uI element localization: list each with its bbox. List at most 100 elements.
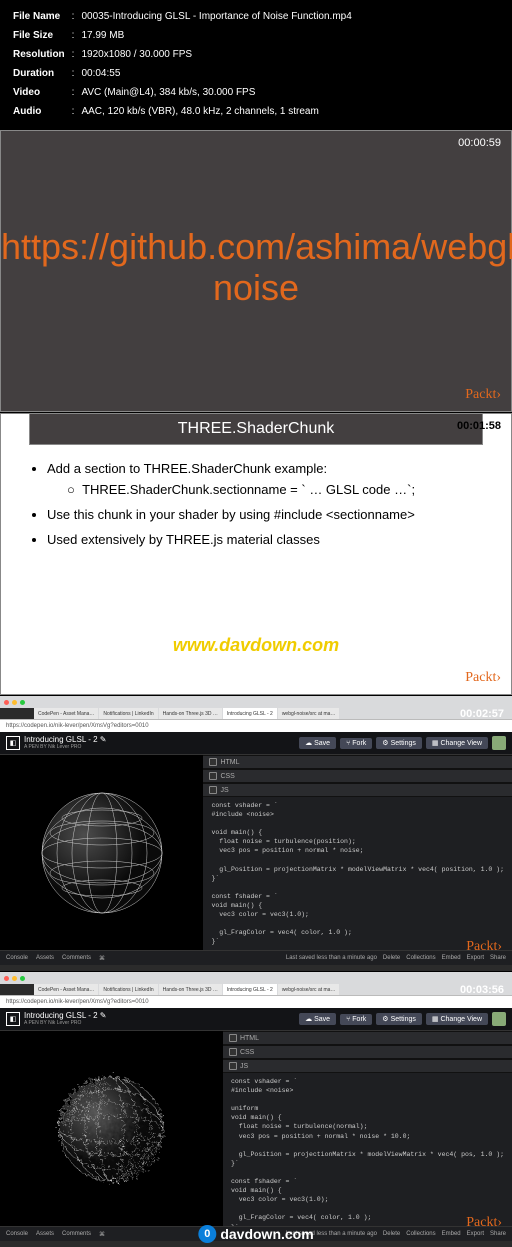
gear-icon: ⚙	[382, 1015, 388, 1023]
collections-button[interactable]: Collections	[406, 1231, 435, 1237]
url-bar[interactable]: https://codepen.io/nik-lever/pen/XmsVg?e…	[0, 719, 512, 732]
export-button[interactable]: Export	[467, 1231, 484, 1237]
gear-icon: ⚙	[382, 739, 388, 747]
comments-button[interactable]: Comments	[62, 1231, 91, 1237]
browser-tab[interactable]: webgl-noise/src at ma…	[278, 708, 340, 719]
assets-button[interactable]: Assets	[36, 1231, 54, 1237]
embed-button[interactable]: Embed	[442, 955, 461, 961]
watermark: www.davdown.com	[173, 635, 339, 656]
gear-icon	[229, 1034, 237, 1042]
value-duration: 00:04:55	[80, 65, 352, 82]
timestamp: 00:02:57	[460, 708, 504, 720]
fork-button[interactable]: ⑂Fork	[340, 738, 372, 749]
watermark: 0 davdown.com	[198, 1225, 313, 1243]
layout-icon: ▦	[432, 1015, 439, 1023]
user-avatar[interactable]	[492, 1012, 506, 1026]
js-section-header[interactable]: JS	[203, 783, 512, 797]
label-filename: File Name	[12, 8, 69, 25]
share-button[interactable]: Share	[490, 955, 506, 961]
url-bar[interactable]: https://codepen.io/nik-lever/pen/XmsVg?e…	[0, 995, 512, 1008]
pencil-icon[interactable]: ✎	[100, 1011, 107, 1020]
maximize-icon[interactable]	[20, 976, 25, 981]
browser-tab[interactable]: Hands-on Three.js 3D …	[159, 984, 222, 995]
codepen-footer: Console Assets Comments ⌘ Last saved les…	[0, 950, 512, 965]
label-filesize: File Size	[12, 27, 69, 44]
bullet-2: Use this chunk in your shader by using #…	[47, 507, 483, 522]
codepen-screenshot-1: 00:02:57 CodePen - Asset Mana… Notificat…	[0, 696, 512, 971]
maximize-icon[interactable]	[20, 700, 25, 705]
codepen-logo-icon[interactable]: ◧	[6, 1012, 20, 1026]
assets-button[interactable]: Assets	[36, 955, 54, 961]
layout-icon: ▦	[432, 739, 439, 747]
timestamp: 00:03:56	[460, 984, 504, 996]
browser-tab[interactable]: Hands-on Three.js 3D …	[159, 708, 222, 719]
gear-icon	[209, 758, 217, 766]
cloud-icon: ☁	[305, 1015, 312, 1023]
html-section-header[interactable]: HTML	[203, 755, 512, 769]
pen-author: A PEN BY Nik Lever PRO	[24, 1021, 295, 1027]
label-duration: Duration	[12, 65, 69, 82]
console-button[interactable]: Console	[6, 1231, 28, 1237]
label-resolution: Resolution	[12, 46, 69, 63]
delete-button[interactable]: Delete	[383, 955, 400, 961]
browser-tab[interactable]: CodePen - Asset Mana…	[34, 984, 98, 995]
html-section-header[interactable]: HTML	[223, 1031, 512, 1045]
pencil-icon[interactable]: ✎	[100, 735, 107, 744]
shortcuts-button[interactable]: ⌘	[99, 955, 105, 962]
value-audio: AAC, 120 kb/s (VBR), 48.0 kHz, 2 channel…	[80, 103, 352, 120]
settings-button[interactable]: ⚙Settings	[376, 737, 422, 749]
console-button[interactable]: Console	[6, 955, 28, 961]
close-icon[interactable]	[4, 700, 9, 705]
browser-tab-active[interactable]: Introducing GLSL - 2	[223, 984, 277, 995]
bullet-1-sub: ○ THREE.ShaderChunk.sectionname = ` … GL…	[67, 482, 483, 497]
js-section-header[interactable]: JS	[223, 1059, 512, 1073]
export-button[interactable]: Export	[467, 955, 484, 961]
preview-pane[interactable]	[0, 1031, 223, 1226]
fork-button[interactable]: ⑂Fork	[340, 1014, 372, 1025]
save-button[interactable]: ☁Save	[299, 737, 336, 749]
collections-button[interactable]: Collections	[406, 955, 435, 961]
js-code[interactable]: const vshader = ` #include <noise> unifo…	[223, 1073, 512, 1226]
browser-tab[interactable]: CodePen - Asset Mana…	[34, 708, 98, 719]
css-section-header[interactable]: CSS	[203, 769, 512, 783]
browser-tab[interactable]: Notifications | LinkedIn	[99, 984, 157, 995]
browser-tab-active[interactable]: Introducing GLSL - 2	[223, 708, 277, 719]
change-view-button[interactable]: ▦Change View	[426, 737, 488, 749]
close-icon[interactable]	[4, 976, 9, 981]
slide-title: THREE.ShaderChunk	[29, 413, 483, 445]
editor-pane: HTML CSS JS const vshader = ` #include <…	[223, 1031, 512, 1226]
bullet-3: Used extensively by THREE.js material cl…	[47, 532, 483, 547]
preview-pane[interactable]	[0, 755, 203, 950]
comments-button[interactable]: Comments	[62, 955, 91, 961]
embed-button[interactable]: Embed	[442, 1231, 461, 1237]
gear-icon	[209, 786, 217, 794]
label-audio: Audio	[12, 103, 69, 120]
packt-logo: Packt›	[465, 670, 501, 686]
gear-icon	[209, 772, 217, 780]
slide-shaderchunk: 00:01:58 THREE.ShaderChunk Add a section…	[0, 413, 512, 695]
shortcuts-button[interactable]: ⌘	[99, 1231, 105, 1238]
minimize-icon[interactable]	[12, 976, 17, 981]
value-resolution: 1920x1080 / 30.000 FPS	[80, 46, 352, 63]
minimize-icon[interactable]	[12, 700, 17, 705]
codepen-screenshot-2: 00:03:56 CodePen - Asset Mana… Notificat…	[0, 972, 512, 1247]
value-video: AVC (Main@L4), 384 kb/s, 30.000 FPS	[80, 84, 352, 101]
browser-tab[interactable]: webgl-noise/src at ma…	[278, 984, 340, 995]
user-avatar[interactable]	[492, 736, 506, 750]
settings-button[interactable]: ⚙Settings	[376, 1013, 422, 1025]
css-section-header[interactable]: CSS	[223, 1045, 512, 1059]
codepen-logo-icon[interactable]: ◧	[6, 736, 20, 750]
js-code[interactable]: const vshader = ` #include <noise> void …	[203, 797, 512, 950]
change-view-button[interactable]: ▦Change View	[426, 1013, 488, 1025]
share-button[interactable]: Share	[490, 1231, 506, 1237]
packt-logo: Packt›	[466, 1215, 502, 1231]
saved-status: Last saved less than a minute ago	[286, 955, 377, 961]
window-controls	[0, 696, 512, 708]
slide-noise-link: 00:00:59 https://github.com/ashima/webgl…	[0, 130, 512, 412]
delete-button[interactable]: Delete	[383, 1231, 400, 1237]
browser-tab[interactable]: Notifications | LinkedIn	[99, 708, 157, 719]
codepen-toolbar: ◧ Introducing GLSL - 2 ✎ A PEN BY Nik Le…	[0, 1008, 512, 1031]
save-button[interactable]: ☁Save	[299, 1013, 336, 1025]
browser-tabs: CodePen - Asset Mana… Notifications | Li…	[34, 984, 512, 995]
cloud-icon: ☁	[305, 739, 312, 747]
